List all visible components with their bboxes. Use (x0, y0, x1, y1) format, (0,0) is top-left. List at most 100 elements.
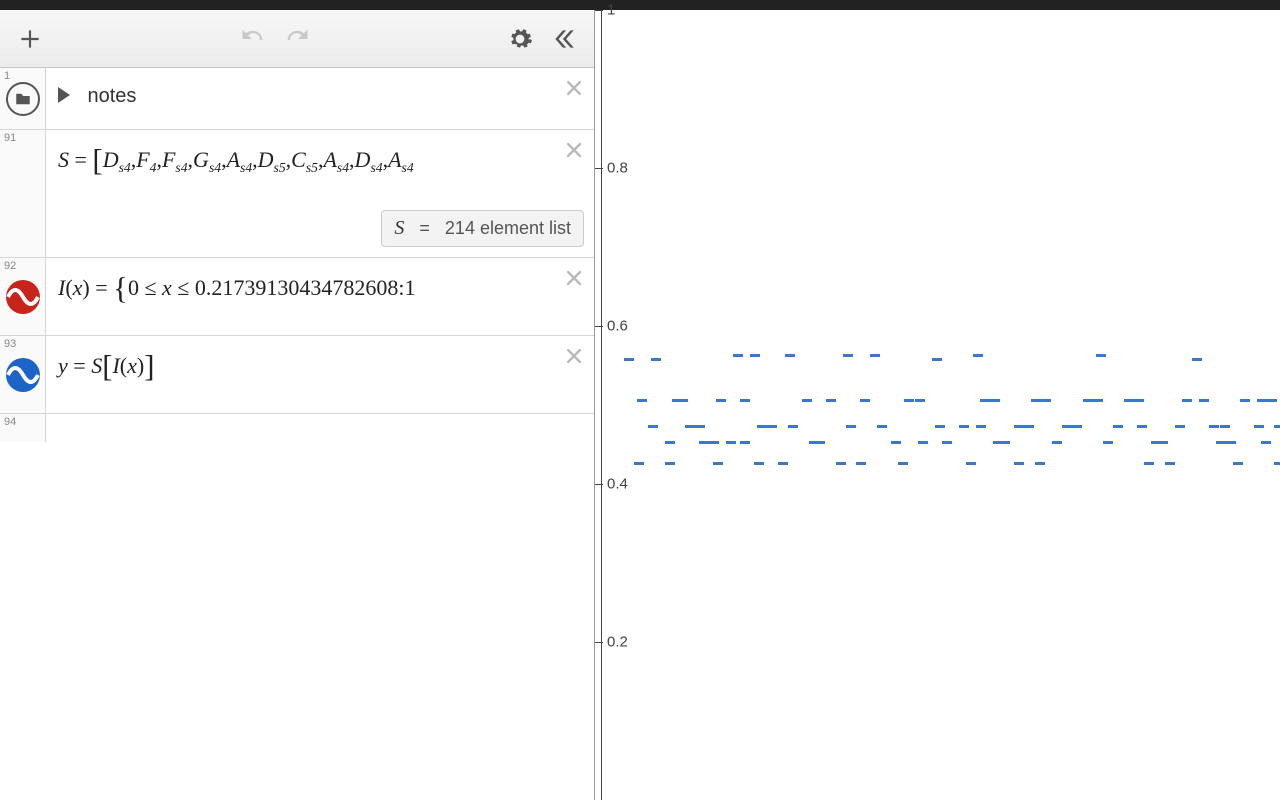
plot-color-icon[interactable] (6, 358, 40, 392)
data-point (637, 399, 647, 402)
row-number: 93 (4, 338, 16, 350)
data-point (1103, 441, 1113, 444)
data-point (1267, 399, 1277, 402)
expression-text: S = [Ds4,F4,Fs4,Gs4,As4,Ds5,Cs5,As4,Ds4,… (58, 147, 414, 172)
y-tick (595, 10, 603, 11)
data-point (634, 462, 644, 465)
data-point (1233, 462, 1243, 465)
expression-input[interactable]: y = S[I(x)] (46, 336, 594, 413)
badge-variable: S (394, 217, 404, 239)
y-tick (595, 326, 603, 327)
data-point (836, 462, 846, 465)
data-point (1031, 399, 1041, 402)
empty-expression-row[interactable]: 94 (0, 414, 594, 442)
data-point (778, 462, 788, 465)
data-point (1014, 462, 1024, 465)
data-point (1274, 462, 1280, 465)
folder-header[interactable]: notes (46, 68, 594, 129)
expression-text: I(x) = {0 ≤ x ≤ 0.21739130434782608:1 (58, 275, 415, 300)
data-point (935, 425, 945, 428)
data-point (1052, 441, 1062, 444)
data-point (973, 354, 983, 357)
data-point (1175, 425, 1185, 428)
data-point (1165, 462, 1175, 465)
undo-button[interactable] (235, 21, 271, 57)
data-point (740, 441, 750, 444)
data-point (1083, 399, 1093, 402)
y-tick (595, 642, 603, 643)
data-point (959, 425, 969, 428)
y-axis (601, 10, 602, 800)
data-point (648, 425, 658, 428)
folder-row[interactable]: 1 notes (0, 68, 594, 130)
data-point (846, 425, 856, 428)
expand-triangle-icon[interactable] (58, 87, 70, 103)
data-point (757, 425, 767, 428)
settings-button[interactable] (502, 21, 538, 57)
data-point (1257, 399, 1267, 402)
graph-viewport[interactable]: 0.20.40.60.81 (595, 10, 1280, 800)
folder-icon (6, 82, 40, 116)
data-point (1096, 354, 1106, 357)
data-point (1113, 425, 1123, 428)
data-point (1182, 399, 1192, 402)
data-point (716, 399, 726, 402)
y-tick-label: 0.4 (607, 476, 628, 493)
data-point (1093, 399, 1103, 402)
data-point (1144, 462, 1154, 465)
data-point (815, 441, 825, 444)
data-point (856, 462, 866, 465)
data-point (1134, 399, 1144, 402)
data-point (1274, 425, 1280, 428)
data-point (802, 399, 812, 402)
data-point (788, 425, 798, 428)
y-tick-label: 0.6 (607, 318, 628, 335)
expression-input[interactable] (46, 414, 594, 442)
data-point (709, 441, 719, 444)
data-point (1209, 425, 1219, 428)
badge-description: 214 element list (445, 218, 571, 238)
expression-row[interactable]: 91 S = [Ds4,F4,Fs4,Gs4,As4,Ds5,Cs5,As4,D… (0, 130, 594, 258)
data-point (665, 441, 675, 444)
data-point (980, 399, 990, 402)
delete-row-button[interactable] (562, 76, 586, 100)
data-point (1254, 425, 1264, 428)
expression-list: 1 notes 91 S = [Ds4,F4,Fs4 (0, 68, 594, 800)
data-point (918, 441, 928, 444)
expression-input[interactable]: I(x) = {0 ≤ x ≤ 0.21739130434782608:1 (46, 258, 594, 335)
data-point (754, 462, 764, 465)
redo-button[interactable] (279, 21, 315, 57)
add-expression-button[interactable] (12, 21, 48, 57)
data-point (915, 399, 925, 402)
y-tick-label: 0.2 (607, 634, 628, 651)
data-point (685, 425, 695, 428)
collapse-panel-button[interactable] (546, 21, 582, 57)
plot-color-icon[interactable] (6, 280, 40, 314)
row-number: 1 (4, 70, 10, 82)
row-number: 92 (4, 260, 16, 272)
data-point (1124, 399, 1134, 402)
row-number: 94 (4, 416, 16, 428)
delete-row-button[interactable] (562, 344, 586, 368)
data-point (624, 358, 634, 361)
data-point (990, 399, 1000, 402)
data-point (976, 425, 986, 428)
data-point (695, 425, 705, 428)
data-point (942, 441, 952, 444)
delete-row-button[interactable] (562, 266, 586, 290)
data-point (713, 462, 723, 465)
data-point (843, 354, 853, 357)
delete-row-button[interactable] (562, 138, 586, 162)
expression-row[interactable]: 92 I(x) = {0 ≤ x ≤ 0.21739130434782608:1 (0, 258, 594, 336)
result-badge[interactable]: S = 214 element list (381, 210, 584, 247)
data-point (1072, 425, 1082, 428)
data-point (870, 354, 880, 357)
expression-input[interactable]: S = [Ds4,F4,Fs4,Gs4,As4,Ds5,Cs5,As4,Ds4,… (46, 130, 594, 257)
expression-panel: 1 notes 91 S = [Ds4,F4,Fs4 (0, 10, 595, 800)
data-point (826, 399, 836, 402)
data-point (891, 441, 901, 444)
expression-row[interactable]: 93 y = S[I(x)] (0, 336, 594, 414)
data-point (1014, 425, 1024, 428)
data-point (1192, 358, 1202, 361)
data-point (993, 441, 1003, 444)
